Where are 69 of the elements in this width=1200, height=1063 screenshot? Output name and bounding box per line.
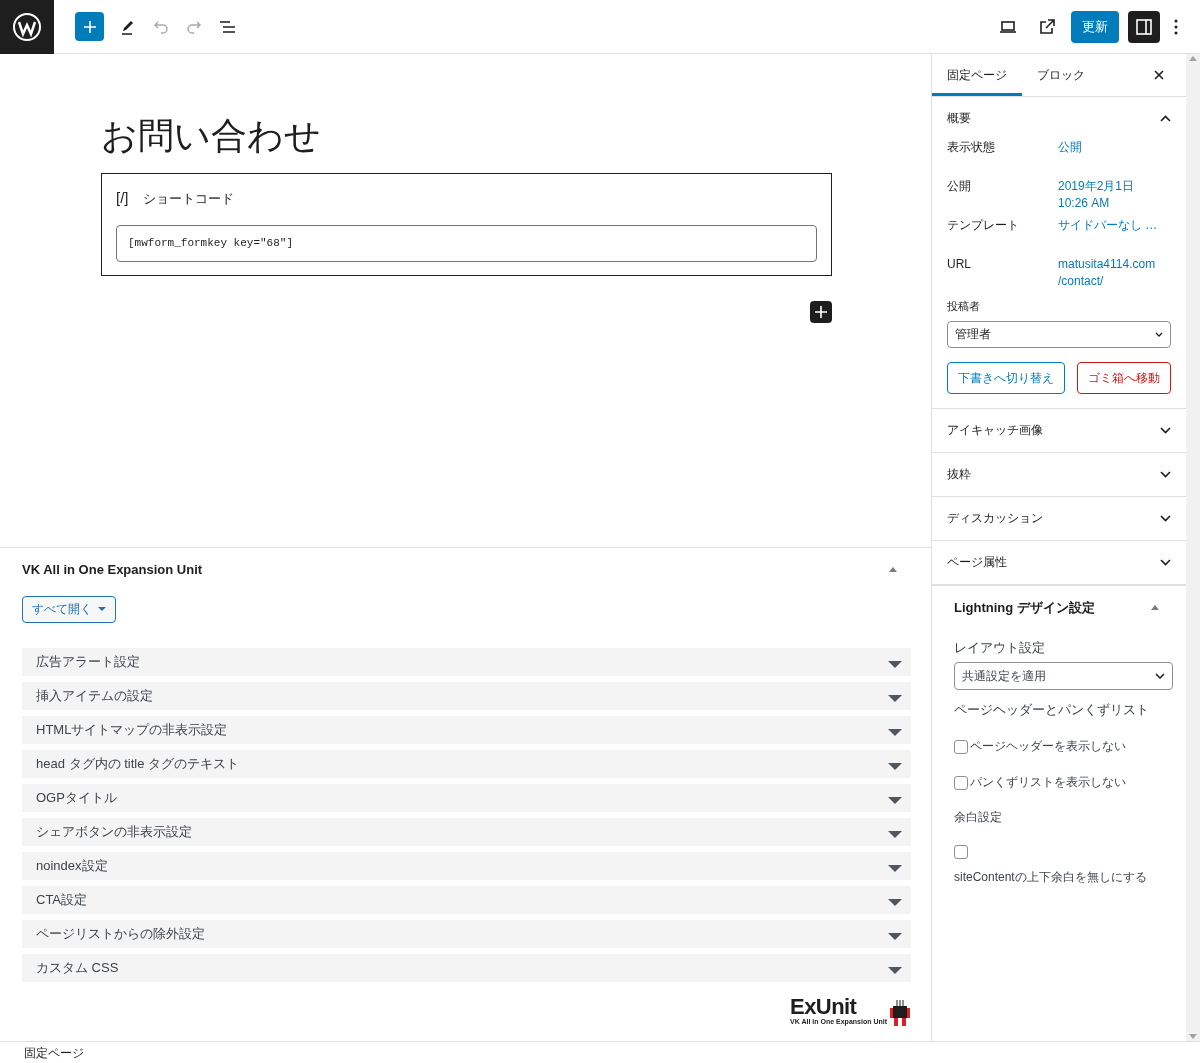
page-title[interactable]: お問い合わせ [101,114,831,158]
field-label: URL [947,256,972,273]
sidebar-toggle-button[interactable] [1128,10,1160,43]
update-button[interactable]: 更新 [1071,10,1119,43]
accordion-item[interactable]: 挿入アイテムの設定 [22,681,911,710]
field-label: ページヘッダーとパンくずリスト [954,700,1150,719]
accordion-item[interactable]: 広告アラート設定 [22,647,911,676]
field-label: レイアウト設定 [954,639,1046,657]
field-value-link[interactable]: サイドバーなし … [1058,217,1158,234]
breadcrumb[interactable]: 固定ページ [24,1043,84,1062]
wordpress-logo[interactable] [0,0,54,54]
pencil-icon[interactable] [120,18,136,35]
more-options-icon[interactable] [1174,18,1178,35]
field-value-link[interactable]: 公開 [1058,139,1158,156]
field-label: 公開 [947,178,972,195]
checkbox-label: siteContentの上下余白を無しにする [954,868,1148,886]
laptop-icon[interactable] [999,19,1017,34]
field-value-link[interactable]: 2019年2月1日 10:26 AM [1058,178,1158,212]
collapse-arrow-icon[interactable] [1151,604,1159,610]
expand-all-button[interactable]: すべて開く [22,595,116,623]
chevron-up-icon[interactable] [1160,114,1171,122]
panel-title: Lightning デザイン設定 [954,598,1095,617]
close-icon[interactable] [1154,70,1164,80]
panel-title[interactable]: アイキャッチ画像 [947,421,1043,439]
accordion-item[interactable]: noindex設定 [22,851,911,880]
plus-icon [815,305,827,318]
move-to-trash-button[interactable]: ゴミ箱へ移動 [1077,361,1171,394]
plus-icon [82,19,97,34]
sidebar-tab[interactable]: ブロック [1022,54,1100,96]
field-label: 余白設定 [954,808,1003,826]
checkbox[interactable] [954,739,968,754]
field-label: 表示状態 [947,139,996,156]
add-block-button[interactable] [810,300,832,323]
accordion-item[interactable]: カスタム CSS [22,953,911,982]
switch-to-draft-button[interactable]: 下書きへ切り替え [947,361,1065,394]
accordion-item[interactable]: ページリストからの除外設定 [22,919,911,948]
panel-title[interactable]: 概要 [947,109,971,127]
checkbox-label: パンくずリストを表示しない [970,775,1126,791]
panel-title[interactable]: ページ属性 [947,553,1007,571]
panel-title[interactable]: ディスカッション [947,509,1043,527]
sidebar-tab[interactable]: 固定ページ [932,54,1022,96]
list-view-icon[interactable] [219,19,237,34]
author-select[interactable]: 管理者 [947,320,1171,348]
chevron-down-icon[interactable] [1160,558,1171,566]
collapse-arrow-icon[interactable] [889,567,897,573]
shortcode-input[interactable]: [mwform_formkey key="68"] [116,224,817,262]
field-value-link[interactable]: matusita4114.com/contact/ [1058,256,1158,290]
chevron-down-icon[interactable] [1160,426,1171,434]
accordion-item[interactable]: head タグ内の title タグのテキスト [22,749,911,778]
shortcode-icon: [/] [116,187,129,210]
chevron-down-icon[interactable] [1160,470,1171,478]
author-label: 投稿者 [947,299,981,314]
accordion-item[interactable]: CTA設定 [22,885,911,914]
sidebar-icon [1136,18,1152,35]
layout-select[interactable]: 共通設定を適用 [954,661,1173,690]
panel-title[interactable]: 抜粋 [947,465,971,483]
checkbox-label: ページヘッダーを表示しない [970,739,1126,755]
block-label: ショートコード [142,189,234,208]
accordion-item[interactable]: シェアボタンの非表示設定 [22,817,911,846]
checkbox[interactable] [954,844,968,859]
chevron-down-icon [1155,672,1165,679]
field-label: テンプレート [947,217,1020,234]
meta-box-title: VK All in One Expansion Unit [22,561,203,579]
external-link-icon[interactable] [1039,18,1055,35]
accordion-item[interactable]: OGPタイトル [22,783,911,812]
checkbox[interactable] [954,775,968,790]
accordion-item[interactable]: HTMLサイトマップの非表示設定 [22,715,911,744]
chevron-down-icon [1155,331,1163,337]
chevron-down-icon[interactable] [1160,514,1171,522]
